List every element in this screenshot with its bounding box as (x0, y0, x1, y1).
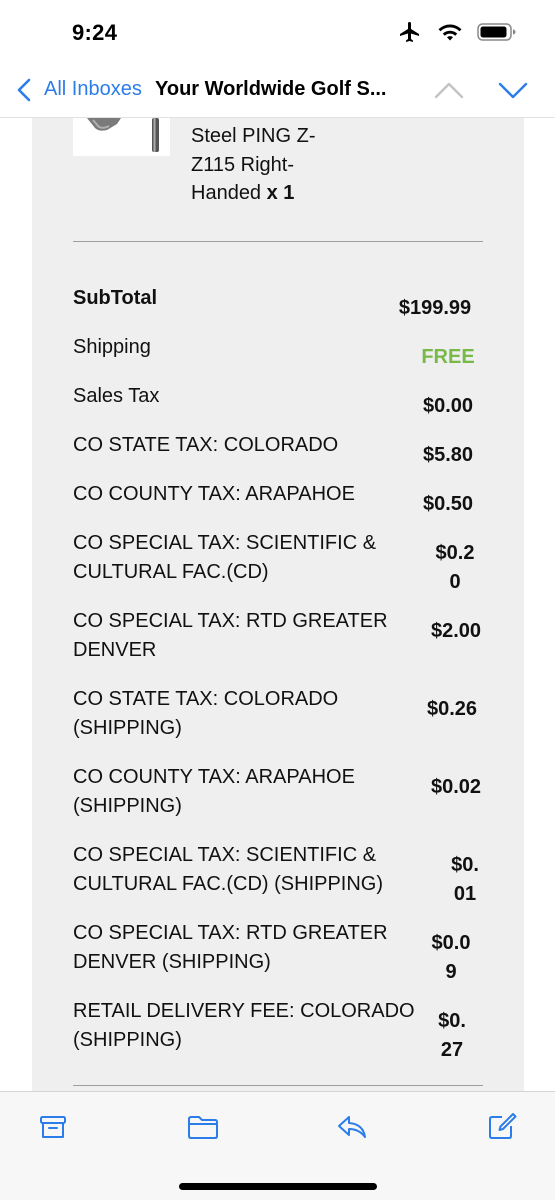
compose-icon[interactable] (486, 1112, 518, 1142)
summary-value: $0.01 (451, 854, 479, 905)
product-quantity: x 1 (266, 182, 295, 204)
summary-label: CO SPECIAL TAX: RTD GREATER DENVER (SHIP… (73, 922, 388, 973)
product-image (73, 118, 170, 156)
summary-value: $0.02 (430, 776, 482, 798)
summary-label: CO STATE TAX: COLORADO (SHIPPING) (73, 688, 339, 739)
shipping-value: FREE (421, 346, 475, 368)
summary-value: $0.50 (422, 493, 474, 515)
status-bar: 9:24 (0, 0, 555, 64)
summary-label: Shipping (73, 336, 151, 358)
home-indicator[interactable] (179, 1183, 377, 1190)
order-summary-card: Steel PING Z- Z115 Right- Handed x 1 Sub… (32, 118, 524, 1091)
product-desc-line: Z115 Right- (191, 153, 295, 176)
golf-club-image (87, 118, 159, 152)
product-desc-line: Handed (191, 182, 262, 204)
product-description: Steel PING Z- Z115 Right- Handed x 1 (191, 122, 351, 208)
back-chevron-icon[interactable] (14, 77, 34, 103)
subtotal-row: SubTotal $199.99 (73, 284, 483, 324)
summary-value: $0.00 (422, 395, 474, 417)
mail-nav-bar: All Inboxes Your Worldwide Golf S... (0, 64, 555, 116)
summary-label: Sales Tax (73, 385, 160, 407)
summary-label: CO STATE TAX: COLORADO (73, 434, 339, 456)
summary-label: CO SPECIAL TAX: RTD GREATER DENVER (73, 610, 388, 661)
subtotal-value: $199.99 (398, 297, 472, 319)
divider (73, 241, 483, 242)
status-icons (397, 20, 517, 44)
summary-label: CO COUNTY TAX: ARAPAHOE (73, 483, 355, 505)
subtotal-label: SubTotal (73, 287, 158, 309)
reply-icon[interactable] (335, 1112, 369, 1142)
product-desc-line: Steel PING Z- (191, 125, 316, 147)
back-button[interactable]: All Inboxes (44, 78, 142, 101)
summary-value: $0.27 (438, 1010, 466, 1061)
summary-value: $2.00 (430, 620, 482, 642)
summary-value: $0.20 (435, 542, 475, 593)
next-message-icon[interactable] (497, 78, 529, 102)
summary-value: $0.26 (426, 698, 478, 720)
status-time: 9:24 (72, 20, 118, 45)
wifi-icon (438, 24, 462, 41)
folder-icon[interactable] (186, 1112, 220, 1142)
summary-label: CO SPECIAL TAX: SCIENTIFIC & CULTURAL FA… (73, 844, 384, 895)
airplane-icon (400, 22, 419, 42)
summary-value: $0.09 (431, 932, 471, 983)
battery-icon (477, 23, 516, 41)
archive-icon[interactable] (38, 1112, 68, 1142)
summary-label: CO COUNTY TAX: ARAPAHOE (SHIPPING) (73, 766, 355, 817)
summary-value: $5.80 (422, 444, 474, 466)
summary-label: CO SPECIAL TAX: SCIENTIFIC & CULTURAL FA… (73, 532, 377, 583)
email-body[interactable]: Steel PING Z- Z115 Right- Handed x 1 Sub… (0, 117, 555, 1091)
previous-message-icon[interactable] (433, 78, 465, 102)
summary-label: RETAIL DELIVERY FEE: COLORADO (SHIPPING) (73, 1000, 415, 1051)
message-subject: Your Worldwide Golf S... (155, 78, 387, 100)
divider (73, 1085, 483, 1086)
